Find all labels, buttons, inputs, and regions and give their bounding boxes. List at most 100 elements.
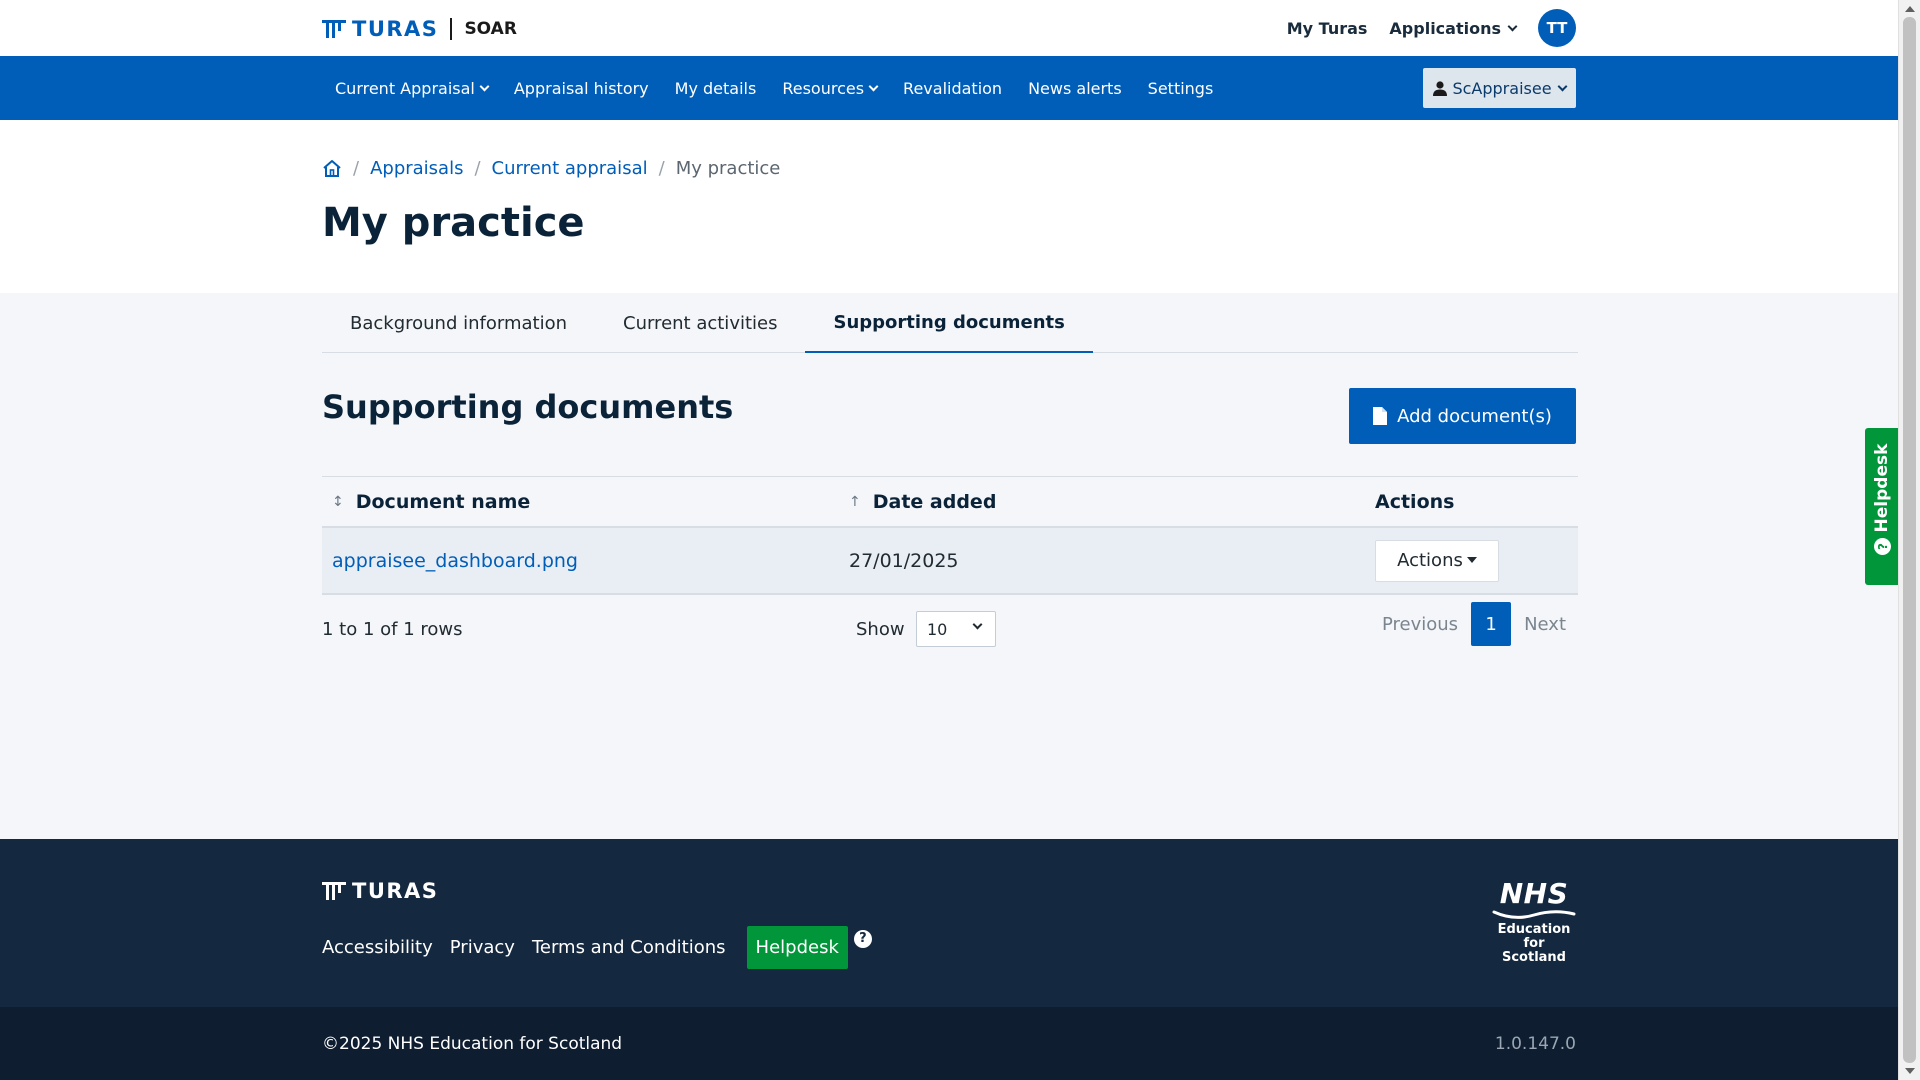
document-name-cell: appraisee_dashboard.png	[322, 550, 849, 572]
footer-helpdesk-button[interactable]: Helpdesk	[746, 926, 848, 969]
footer-bottom-bar: ©2025 NHS Education for Scotland 1.0.147…	[0, 1007, 1898, 1080]
applications-menu[interactable]: Applications	[1389, 19, 1518, 38]
table-footer: 1 to 1 of 1 rows Show 10 Previous 1 Next	[322, 602, 1578, 649]
nav-item-label: Appraisal history	[513, 78, 649, 98]
column-header-date-added[interactable]: ↑ Date added	[849, 491, 1375, 513]
nav-items: Current Appraisal Appraisal history My d…	[322, 56, 1226, 120]
my-turas-link[interactable]: My Turas	[1287, 19, 1368, 38]
wave-icon	[1492, 910, 1576, 919]
column-header-document-name[interactable]: ↕ Document name	[322, 491, 849, 513]
footer: TURAS Accessibility Privacy Terms and Co…	[0, 839, 1898, 1007]
scrollbar-thumb[interactable]	[1903, 17, 1916, 1063]
nhs-education-scotland-logo: NHS Education for Scotland	[1492, 879, 1576, 965]
user-menu-button[interactable]: ScAppraisee	[1423, 68, 1576, 108]
chevron-down-icon	[868, 81, 879, 91]
previous-page-button[interactable]: Previous	[1370, 614, 1470, 635]
home-icon[interactable]	[322, 159, 342, 178]
nav-item-label: Revalidation	[903, 78, 1003, 98]
actions-cell: Actions	[1375, 539, 1578, 582]
nav-item-label: My details	[674, 78, 757, 98]
nav-item-news-alerts[interactable]: News alerts	[1015, 56, 1135, 120]
question-icon: ?	[853, 929, 872, 948]
turas-logo-icon	[322, 20, 346, 38]
helpdesk-side-label: Helpdesk	[1872, 443, 1892, 533]
chevron-down-icon	[1557, 81, 1567, 91]
table-header: ↕ Document name ↑ Date added Actions	[322, 476, 1578, 528]
tab-current-activities[interactable]: Current activities	[595, 293, 805, 353]
footer-link-accessibility[interactable]: Accessibility	[322, 937, 433, 958]
main-nav: Current Appraisal Appraisal history My d…	[0, 56, 1898, 120]
breadcrumb-appraisals[interactable]: Appraisals	[370, 158, 463, 179]
footer-links: Accessibility Privacy Terms and Conditio…	[322, 926, 872, 969]
nav-item-label: Settings	[1147, 78, 1214, 98]
nav-item-settings[interactable]: Settings	[1135, 56, 1227, 120]
section-title: Supporting documents	[322, 388, 734, 426]
breadcrumb-current-appraisal[interactable]: Current appraisal	[492, 158, 648, 179]
brand-name: TURAS	[352, 17, 439, 41]
table-row: appraisee_dashboard.png 27/01/2025 Actio…	[322, 528, 1578, 595]
turas-soar-logo[interactable]: TURAS SOAR	[322, 14, 517, 44]
version-number: 1.0.147.0	[1494, 1034, 1576, 1054]
nav-item-resources[interactable]: Resources	[769, 56, 890, 120]
nhs-wordmark: NHS	[1499, 877, 1569, 910]
sort-icon: ↕	[332, 493, 344, 510]
chevron-down-icon	[1507, 21, 1518, 31]
user-name: ScAppraisee	[1452, 78, 1552, 98]
nav-item-label: News alerts	[1028, 78, 1122, 98]
document-link[interactable]: appraisee_dashboard.png	[332, 550, 578, 572]
avatar[interactable]: TT	[1538, 9, 1576, 47]
caret-down-icon	[1466, 556, 1477, 563]
scroll-down-arrow-icon[interactable]	[1905, 1068, 1915, 1074]
column-header-actions: Actions	[1375, 491, 1578, 513]
breadcrumb-separator: /	[474, 157, 481, 179]
sort-ascending-icon: ↑	[849, 493, 861, 510]
nav-item-current-appraisal[interactable]: Current Appraisal	[322, 56, 501, 120]
scrollbar[interactable]	[1898, 0, 1920, 1080]
my-turas-label: My Turas	[1286, 18, 1368, 38]
document-icon	[1373, 407, 1388, 425]
column-header-label: Document name	[355, 490, 531, 513]
nav-item-appraisal-history[interactable]: Appraisal history	[501, 56, 662, 120]
footer-link-terms[interactable]: Terms and Conditions	[532, 937, 726, 958]
actions-label: Actions	[1397, 550, 1463, 571]
page-size-select[interactable]: 10	[916, 611, 996, 647]
actions-dropdown-button[interactable]: Actions	[1375, 539, 1499, 582]
main-content: Background information Current activitie…	[0, 293, 1898, 839]
breadcrumb-separator: /	[353, 157, 360, 179]
org-line: Education	[1497, 922, 1571, 937]
footer-link-privacy[interactable]: Privacy	[450, 937, 515, 958]
org-line: for	[1523, 936, 1545, 951]
add-documents-button[interactable]: Add document(s)	[1349, 388, 1576, 444]
product-name: SOAR	[464, 19, 517, 39]
column-header-label: Date added	[872, 490, 997, 513]
page-size-value: 10	[927, 619, 948, 639]
chevron-down-icon	[479, 81, 490, 91]
org-line: Scotland	[1501, 950, 1566, 965]
brand-divider	[450, 18, 453, 40]
top-bar: TURAS SOAR My Turas Applications TT	[0, 0, 1898, 56]
nav-item-label: Current Appraisal	[335, 78, 475, 98]
scroll-up-arrow-icon[interactable]	[1905, 6, 1915, 12]
tab-background-information[interactable]: Background information	[322, 293, 595, 353]
next-page-button[interactable]: Next	[1512, 614, 1578, 635]
page-size-label: Show	[856, 619, 905, 640]
footer-turas-logo[interactable]: TURAS	[322, 879, 438, 903]
page-title: My practice	[322, 200, 585, 246]
nav-item-revalidation[interactable]: Revalidation	[890, 56, 1015, 120]
nav-item-my-details[interactable]: My details	[662, 56, 770, 120]
breadcrumb: / Appraisals / Current appraisal / My pr…	[322, 155, 780, 181]
nav-item-label: Resources	[782, 78, 865, 98]
helpdesk-side-tab[interactable]: Helpdesk ?	[1865, 428, 1899, 585]
date-added-cell: 27/01/2025	[849, 549, 959, 572]
user-icon	[1433, 80, 1448, 96]
footer-brand-name: TURAS	[352, 879, 439, 903]
breadcrumb-current: My practice	[675, 157, 781, 179]
page-1-button[interactable]: 1	[1471, 602, 1512, 646]
add-documents-label: Add document(s)	[1397, 405, 1552, 427]
documents-table: ↕ Document name ↑ Date added Actions app…	[322, 476, 1578, 595]
chevron-down-icon	[972, 619, 983, 630]
question-icon: ?	[1874, 538, 1891, 555]
top-right-links: My Turas Applications TT	[1287, 9, 1576, 47]
breadcrumb-separator: /	[658, 157, 665, 179]
tab-supporting-documents[interactable]: Supporting documents	[805, 293, 1093, 353]
